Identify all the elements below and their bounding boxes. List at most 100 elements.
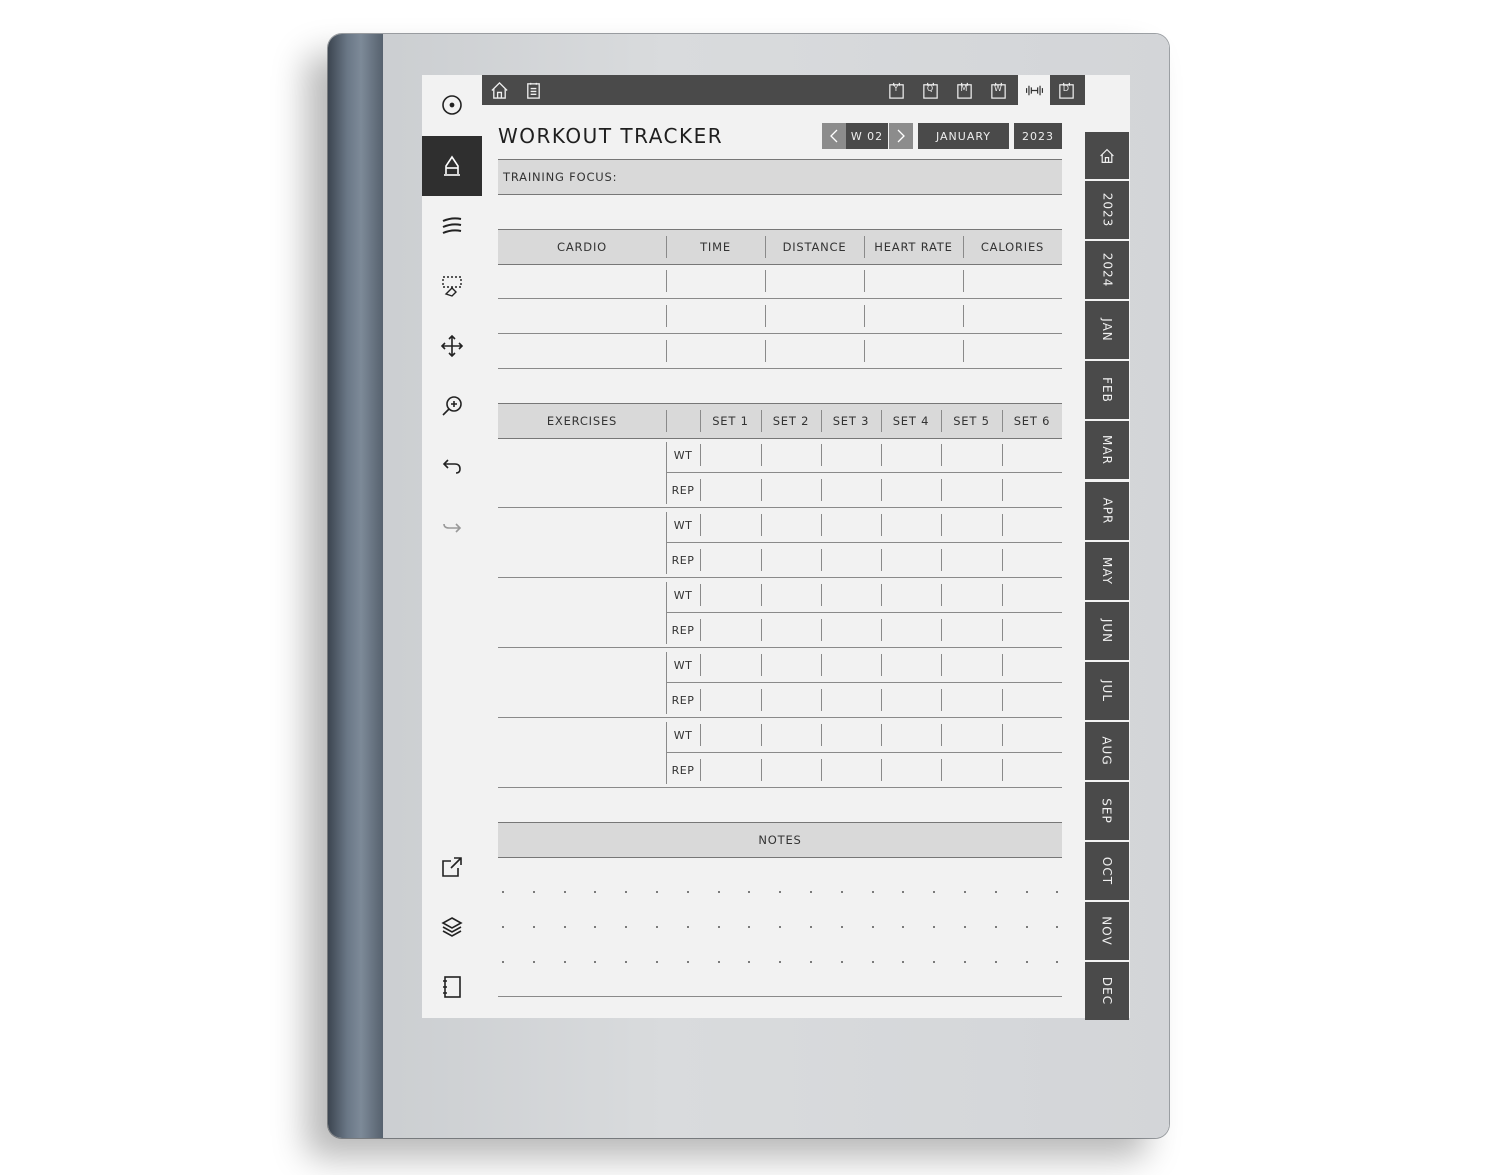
calendar-day-icon[interactable]: D — [1055, 79, 1077, 101]
pen-icon[interactable] — [422, 136, 482, 196]
right-tab-jan[interactable]: JAN — [1085, 301, 1129, 360]
right-tab-2023[interactable]: 2023 — [1085, 181, 1129, 239]
right-tab-jun[interactable]: JUN — [1085, 601, 1129, 660]
grid-dot — [871, 891, 874, 893]
right-tab-dec[interactable]: DEC — [1085, 962, 1129, 1021]
row-label-rep: REP — [671, 554, 695, 567]
calendar-month-icon[interactable]: M — [953, 79, 975, 101]
selection-eraser-icon[interactable] — [422, 256, 482, 316]
redo-icon[interactable] — [422, 496, 482, 556]
notes-icon[interactable] — [522, 79, 544, 101]
grid-dot — [994, 891, 997, 893]
menu-circle-icon[interactable] — [422, 75, 482, 135]
grid-dot — [964, 926, 966, 928]
calendar-letter: Q — [926, 84, 934, 93]
month-button[interactable]: JANUARY — [918, 123, 1009, 149]
calendar-week-icon[interactable]: W — [987, 79, 1009, 101]
cardio-row[interactable] — [498, 334, 1062, 368]
col-divider — [821, 410, 822, 432]
grid-dot — [717, 891, 720, 893]
notebook-icon[interactable] — [422, 957, 482, 1017]
training-focus-box[interactable]: TRAINING FOCUS: — [498, 159, 1062, 195]
set-row[interactable] — [700, 473, 1062, 507]
home-icon[interactable] — [488, 79, 510, 101]
undo-icon[interactable] — [422, 436, 482, 496]
col-divider — [881, 410, 882, 432]
col-divider — [666, 270, 667, 292]
grid-dot — [810, 891, 812, 893]
exercise-name-cell[interactable] — [498, 578, 666, 647]
exercise-name-cell[interactable] — [498, 508, 666, 577]
home-icon — [1100, 148, 1114, 163]
grid-dot — [563, 961, 566, 963]
row-label-rep: REP — [671, 624, 695, 637]
exercise-name-cell[interactable] — [498, 648, 666, 717]
grid-dot — [840, 891, 843, 893]
cardio-row[interactable] — [498, 264, 1062, 298]
right-tab-may[interactable]: MAY — [1085, 541, 1129, 600]
col-divider — [765, 236, 766, 258]
grid-dot — [563, 926, 566, 928]
layers-icon[interactable] — [422, 897, 482, 957]
right-tab-jul[interactable]: JUL — [1085, 661, 1129, 720]
grid-dot — [686, 926, 689, 928]
set-row[interactable] — [700, 543, 1062, 577]
right-tab-sep[interactable]: SEP — [1085, 782, 1129, 840]
row-label-wt: WT — [673, 519, 693, 532]
col-divider — [666, 340, 667, 362]
share-icon[interactable] — [422, 837, 482, 897]
next-week-button[interactable] — [889, 123, 913, 149]
calendar-letter: M — [960, 84, 968, 93]
col-divider — [963, 340, 964, 362]
set-row[interactable] — [700, 438, 1062, 472]
week-label: W 02 — [846, 123, 888, 149]
right-tab-label: 2023 — [1099, 192, 1114, 228]
dumbbell-icon[interactable] — [1018, 75, 1050, 105]
grid-dot — [502, 961, 504, 963]
set-row[interactable] — [700, 683, 1062, 717]
right-tab-2024[interactable]: 2024 — [1085, 241, 1129, 300]
right-tab-nov[interactable]: NOV — [1085, 902, 1129, 961]
grid-dot — [840, 926, 843, 928]
exercise-name-cell[interactable] — [498, 718, 666, 787]
right-tab-apr[interactable]: APR — [1085, 481, 1129, 540]
set-row[interactable] — [700, 508, 1062, 542]
exercise-col-3: SET 2 — [772, 414, 810, 428]
right-tab-label: FEB — [1100, 377, 1114, 404]
set-row[interactable] — [700, 753, 1062, 787]
calendar-year-icon[interactable]: Y — [885, 79, 907, 101]
grid-dot — [871, 961, 874, 963]
strokes-icon[interactable] — [422, 196, 482, 256]
notes-bottom-line — [498, 996, 1062, 997]
set-row[interactable] — [700, 648, 1062, 682]
row-label-wt: WT — [673, 449, 693, 462]
exercise-col-4: SET 3 — [832, 414, 870, 428]
grid-dot — [810, 926, 812, 928]
right-tab-home[interactable] — [1085, 132, 1129, 179]
exercise-col-5: SET 4 — [892, 414, 930, 428]
col-divider — [941, 410, 942, 432]
year-button[interactable]: 2023 — [1014, 123, 1062, 149]
top-nav-bar: YQMWD — [482, 75, 1085, 105]
cardio-col-1: TIME — [700, 240, 731, 254]
exercise-name-cell[interactable] — [498, 438, 666, 507]
notes-label: NOTES — [758, 833, 802, 847]
cardio-col-3: HEART RATE — [874, 240, 953, 254]
right-tab-aug[interactable]: AUG — [1085, 721, 1129, 780]
calendar-quarter-icon[interactable]: Q — [919, 79, 941, 101]
right-tab-mar[interactable]: MAR — [1085, 421, 1129, 480]
right-tab-oct[interactable]: OCT — [1085, 842, 1129, 901]
cardio-row[interactable] — [498, 299, 1062, 333]
grid-dot — [502, 926, 504, 928]
grid-dot — [1025, 891, 1028, 893]
grid-dot — [964, 891, 966, 893]
exercise-col-6: SET 5 — [953, 414, 990, 428]
col-divider — [864, 305, 865, 327]
set-row[interactable] — [700, 613, 1062, 647]
zoom-icon[interactable] — [422, 376, 482, 436]
set-row[interactable] — [700, 718, 1062, 752]
right-tab-feb[interactable]: FEB — [1085, 361, 1129, 420]
move-icon[interactable] — [422, 316, 482, 376]
prev-week-button[interactable] — [822, 123, 846, 149]
set-row[interactable] — [700, 578, 1062, 612]
